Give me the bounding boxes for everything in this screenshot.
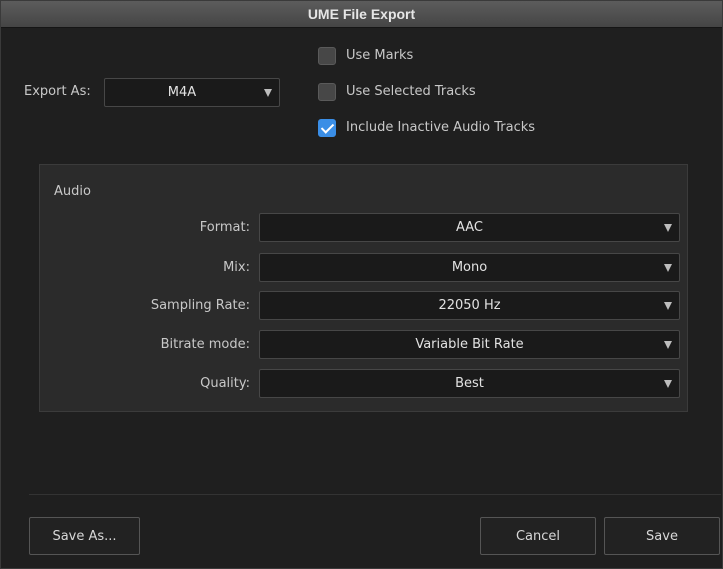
quality-select[interactable]: Best: [259, 369, 680, 398]
export-as-value: M4A: [167, 85, 197, 100]
bitrate-mode-label: Bitrate mode:: [160, 337, 250, 352]
format-value: AAC: [456, 220, 483, 235]
format-select[interactable]: AAC: [259, 213, 680, 242]
export-dialog: UME File Export Export As: M4A Use Marks…: [0, 0, 723, 569]
triangle-down-icon: [664, 379, 672, 388]
export-as-label: Export As:: [24, 84, 91, 99]
use-marks-checkbox[interactable]: [318, 47, 336, 65]
include-inactive-checkbox[interactable]: [318, 119, 336, 137]
use-selected-tracks-checkbox[interactable]: [318, 83, 336, 101]
use-selected-tracks-label: Use Selected Tracks: [346, 84, 476, 99]
sampling-rate-label: Sampling Rate:: [150, 298, 250, 313]
include-inactive-label: Include Inactive Audio Tracks: [346, 120, 536, 135]
use-marks-label: Use Marks: [346, 48, 414, 63]
footer-divider: [29, 494, 721, 495]
mix-label: Mix:: [223, 260, 250, 275]
bitrate-mode-select[interactable]: Variable Bit Rate: [259, 330, 680, 359]
triangle-down-icon: [664, 263, 672, 272]
audio-panel: Audio Format: AAC Mix: Mono Sampling Rat…: [39, 164, 688, 412]
window-title: UME File Export: [1, 1, 722, 28]
format-label: Format:: [199, 220, 250, 235]
sampling-rate-select[interactable]: 22050 Hz: [259, 291, 680, 320]
sampling-rate-value: 22050 Hz: [438, 298, 501, 313]
triangle-down-icon: [264, 88, 272, 97]
mix-select[interactable]: Mono: [259, 253, 680, 282]
triangle-down-icon: [664, 223, 672, 232]
cancel-button[interactable]: Cancel: [480, 517, 596, 555]
mix-value: Mono: [451, 260, 488, 275]
audio-heading: Audio: [54, 184, 91, 199]
bitrate-mode-value: Variable Bit Rate: [415, 337, 524, 352]
quality-label: Quality:: [200, 376, 250, 391]
triangle-down-icon: [664, 301, 672, 310]
checkmark-icon: [320, 120, 335, 134]
quality-value: Best: [455, 376, 484, 391]
save-as-button[interactable]: Save As...: [29, 517, 140, 555]
triangle-down-icon: [664, 340, 672, 349]
save-button[interactable]: Save: [604, 517, 720, 555]
export-as-select[interactable]: M4A: [104, 78, 280, 107]
